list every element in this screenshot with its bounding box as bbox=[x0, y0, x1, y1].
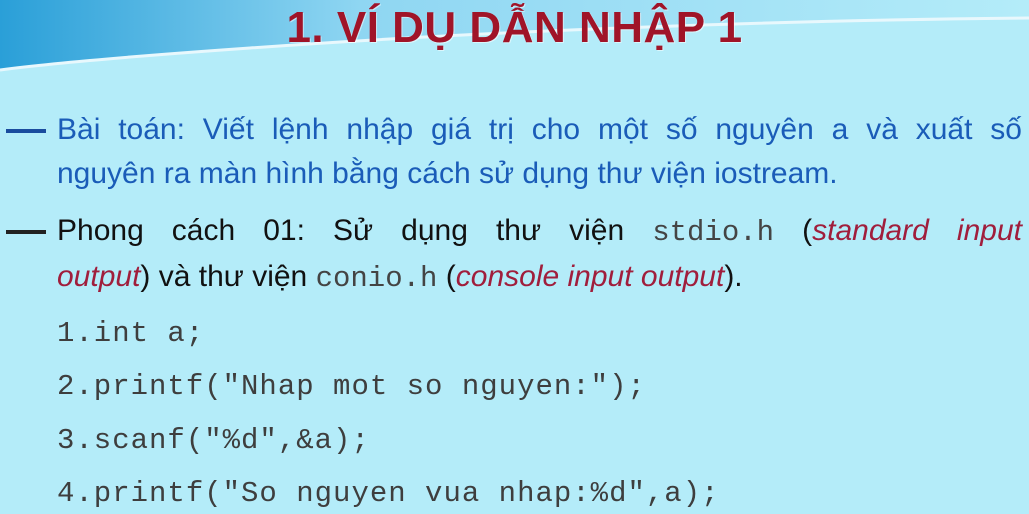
conio-desc: console input output bbox=[455, 260, 725, 293]
bullet-dash bbox=[6, 230, 46, 234]
code-line-1: 1.int a; bbox=[57, 317, 205, 350]
lib-conio: conio.h bbox=[315, 262, 438, 295]
slide-title: 1. VÍ DỤ DẪN NHẬP 1 bbox=[286, 3, 743, 52]
bullet-dash bbox=[6, 129, 46, 133]
problem-text: Bài toán: Viết lệnh nhập giá trị cho một… bbox=[57, 108, 1022, 196]
problem-line-2: nguyên ra màn hình bằng cách sử dụng thư… bbox=[57, 157, 838, 190]
style-line-1: Phong cách 01: Sử dụng thư viện stdio.h … bbox=[57, 209, 1022, 255]
stdio-desc-a: standard input bbox=[812, 214, 1022, 247]
style-line-2: output) và thư viện conio.h (console inp… bbox=[57, 255, 1022, 301]
code-line-4: 4.printf("So nguyen vua nhap:%d",a); bbox=[57, 477, 720, 510]
lib-stdio: stdio.h bbox=[652, 216, 775, 249]
open-paren-2: ( bbox=[445, 260, 456, 293]
problem-line-1: Bài toán: Viết lệnh nhập giá trị cho một… bbox=[57, 113, 1022, 146]
style-mid: ) và thư viện bbox=[140, 260, 308, 293]
style-text: Phong cách 01: Sử dụng thư viện stdio.h … bbox=[57, 209, 1022, 301]
stdio-desc-b: output bbox=[57, 260, 141, 293]
code-line-2: 2.printf("Nhap mot so nguyen:"); bbox=[57, 370, 646, 403]
style-intro: Phong cách 01: Sử dụng thư viện bbox=[57, 214, 625, 247]
code-line-3: 3.scanf("%d",&a); bbox=[57, 424, 370, 457]
header-band: 1. VÍ DỤ DẪN NHẬP 1 bbox=[0, 0, 1029, 75]
close-paren: ). bbox=[724, 260, 743, 293]
open-paren: ( bbox=[802, 214, 813, 247]
